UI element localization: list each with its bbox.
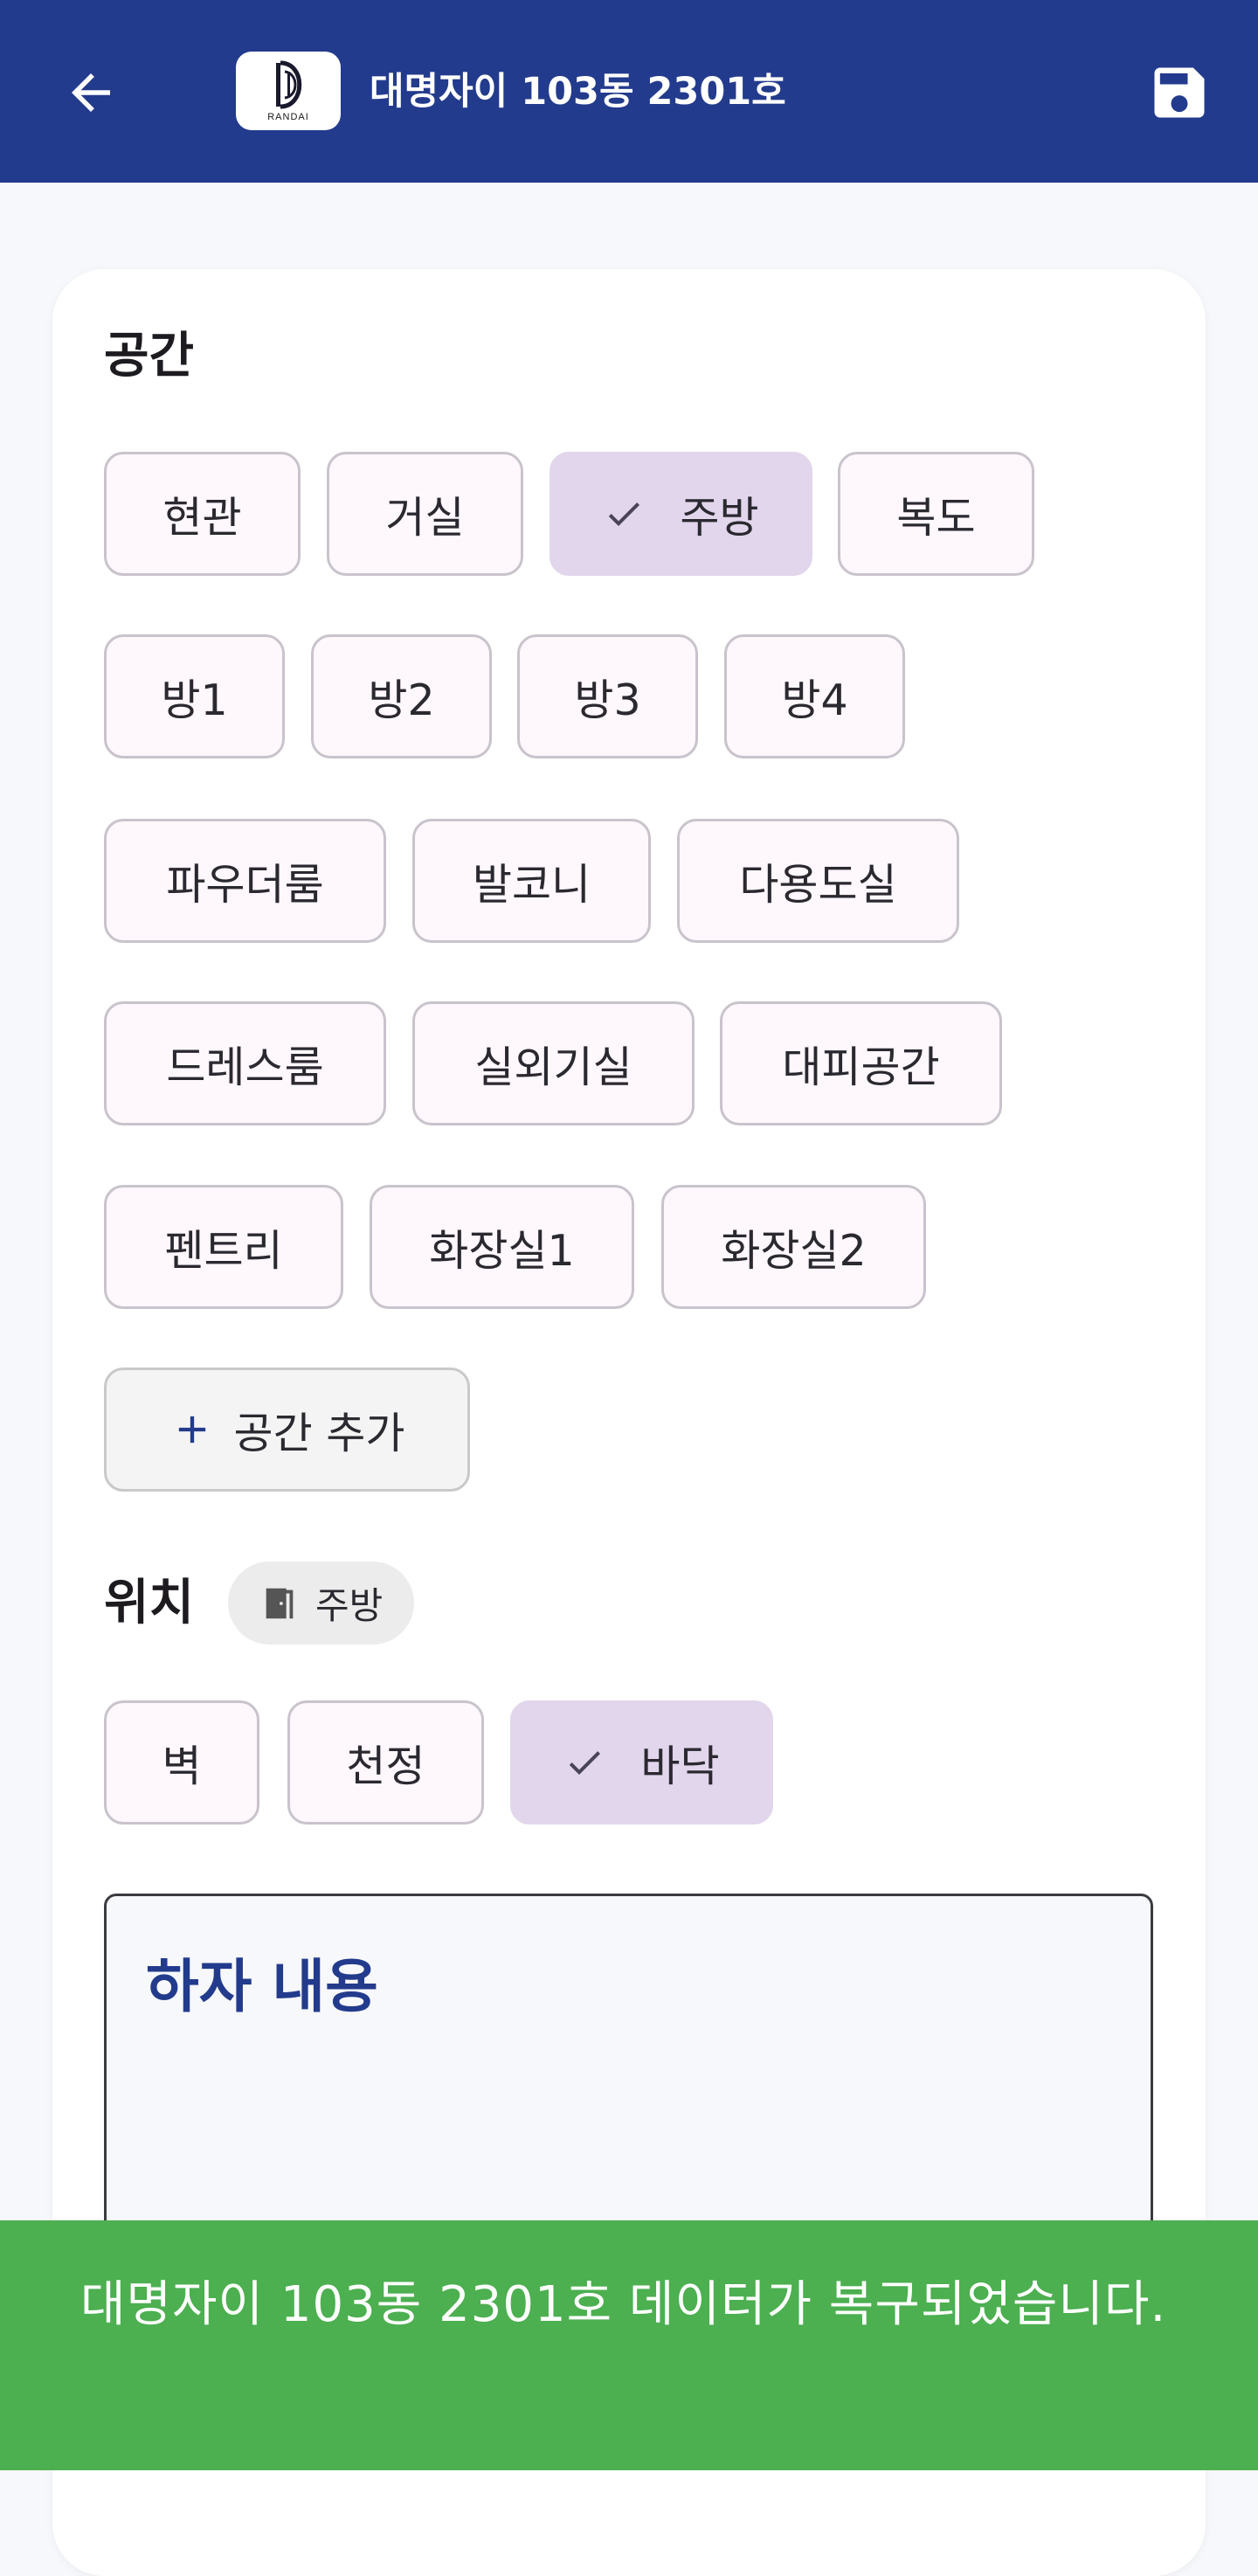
space-chip-room1[interactable]: 방1 (104, 634, 285, 758)
door-icon (266, 1588, 294, 1618)
space-chip-living-room[interactable]: 거실 (327, 452, 523, 576)
chip-label: 파우더룸 (166, 859, 324, 910)
space-chip-bathroom2[interactable]: 화장실2 (661, 1185, 926, 1309)
add-space-label: 공간 추가 (233, 1408, 405, 1458)
space-chip-bathroom1[interactable]: 화장실1 (370, 1185, 634, 1309)
chip-label: 방1 (161, 675, 228, 725)
space-chip-dressroom[interactable]: 드레스룸 (104, 1001, 386, 1125)
location-chip-wall[interactable]: 벽 (104, 1700, 259, 1825)
location-section-title: 위치 (104, 1575, 195, 1631)
add-space-button[interactable]: 공간 추가 (104, 1368, 470, 1492)
space-chip-kitchen[interactable]: 주방 (550, 452, 812, 576)
selected-space-label: 주방 (315, 1584, 384, 1627)
check-icon (570, 1751, 601, 1775)
chip-label: 주방 (680, 492, 759, 543)
chip-label: 실외기실 (474, 1042, 632, 1092)
chip-label: 방3 (574, 675, 641, 725)
chip-label: 펜트리 (164, 1225, 283, 1276)
location-chip-floor[interactable]: 바닥 (510, 1700, 773, 1825)
back-button[interactable] (45, 47, 136, 138)
page-title: 대명자이 103동 2301호 (370, 70, 786, 114)
chip-label: 벽 (162, 1741, 202, 1791)
snackbar-message: 대명자이 103동 2301호 데이터가 복구되었습니다. (80, 2276, 1167, 2333)
chip-label: 다용도실 (739, 859, 897, 910)
space-chip-balcony[interactable]: 발코니 (412, 819, 651, 943)
space-chip-pantry[interactable]: 펜트리 (104, 1185, 343, 1309)
chip-label: 드레스룸 (166, 1042, 324, 1092)
location-chip-ceiling[interactable]: 천정 (287, 1700, 484, 1825)
app-bar: RANDAI 대명자이 103동 2301호 (0, 0, 1258, 183)
chip-label: 복도 (896, 492, 976, 543)
chip-label: 화장실2 (721, 1225, 867, 1276)
save-button[interactable] (1134, 47, 1225, 138)
check-icon (609, 502, 640, 526)
chip-label: 화장실1 (429, 1225, 575, 1276)
space-chip-evacuation-space[interactable]: 대피공간 (720, 1001, 1002, 1125)
space-chip-room3[interactable]: 방3 (517, 634, 698, 758)
save-icon (1154, 67, 1205, 118)
logo-mark-icon (276, 60, 302, 109)
space-chip-utility-room[interactable]: 다용도실 (677, 819, 959, 943)
space-chip-hallway[interactable]: 복도 (838, 452, 1034, 576)
plus-icon (178, 1416, 205, 1444)
selected-space-badge: 주방 (228, 1562, 414, 1645)
chip-label: 방2 (368, 675, 435, 725)
chip-label: 바닥 (640, 1741, 720, 1791)
chip-label: 거실 (385, 492, 465, 543)
chip-label: 대피공간 (782, 1042, 940, 1092)
space-section-title: 공간 (104, 328, 195, 384)
arrow-left-icon (72, 73, 110, 112)
chip-label: 현관 (162, 492, 242, 543)
defect-description-label: 하자 내용 (146, 1953, 378, 2020)
space-chip-entrance[interactable]: 현관 (104, 452, 301, 576)
space-chip-powder-room[interactable]: 파우더룸 (104, 819, 386, 943)
space-chip-outdoor-unit-room[interactable]: 실외기실 (412, 1001, 695, 1125)
logo-text: RANDAI (267, 112, 309, 122)
chip-label: 방4 (781, 675, 848, 725)
space-chip-room2[interactable]: 방2 (311, 634, 492, 758)
chip-label: 발코니 (472, 859, 591, 910)
space-chip-room4[interactable]: 방4 (724, 634, 905, 758)
restore-snackbar: 대명자이 103동 2301호 데이터가 복구되었습니다. (0, 2220, 1258, 2470)
company-logo: RANDAI (236, 52, 341, 130)
chip-label: 천정 (346, 1741, 425, 1791)
